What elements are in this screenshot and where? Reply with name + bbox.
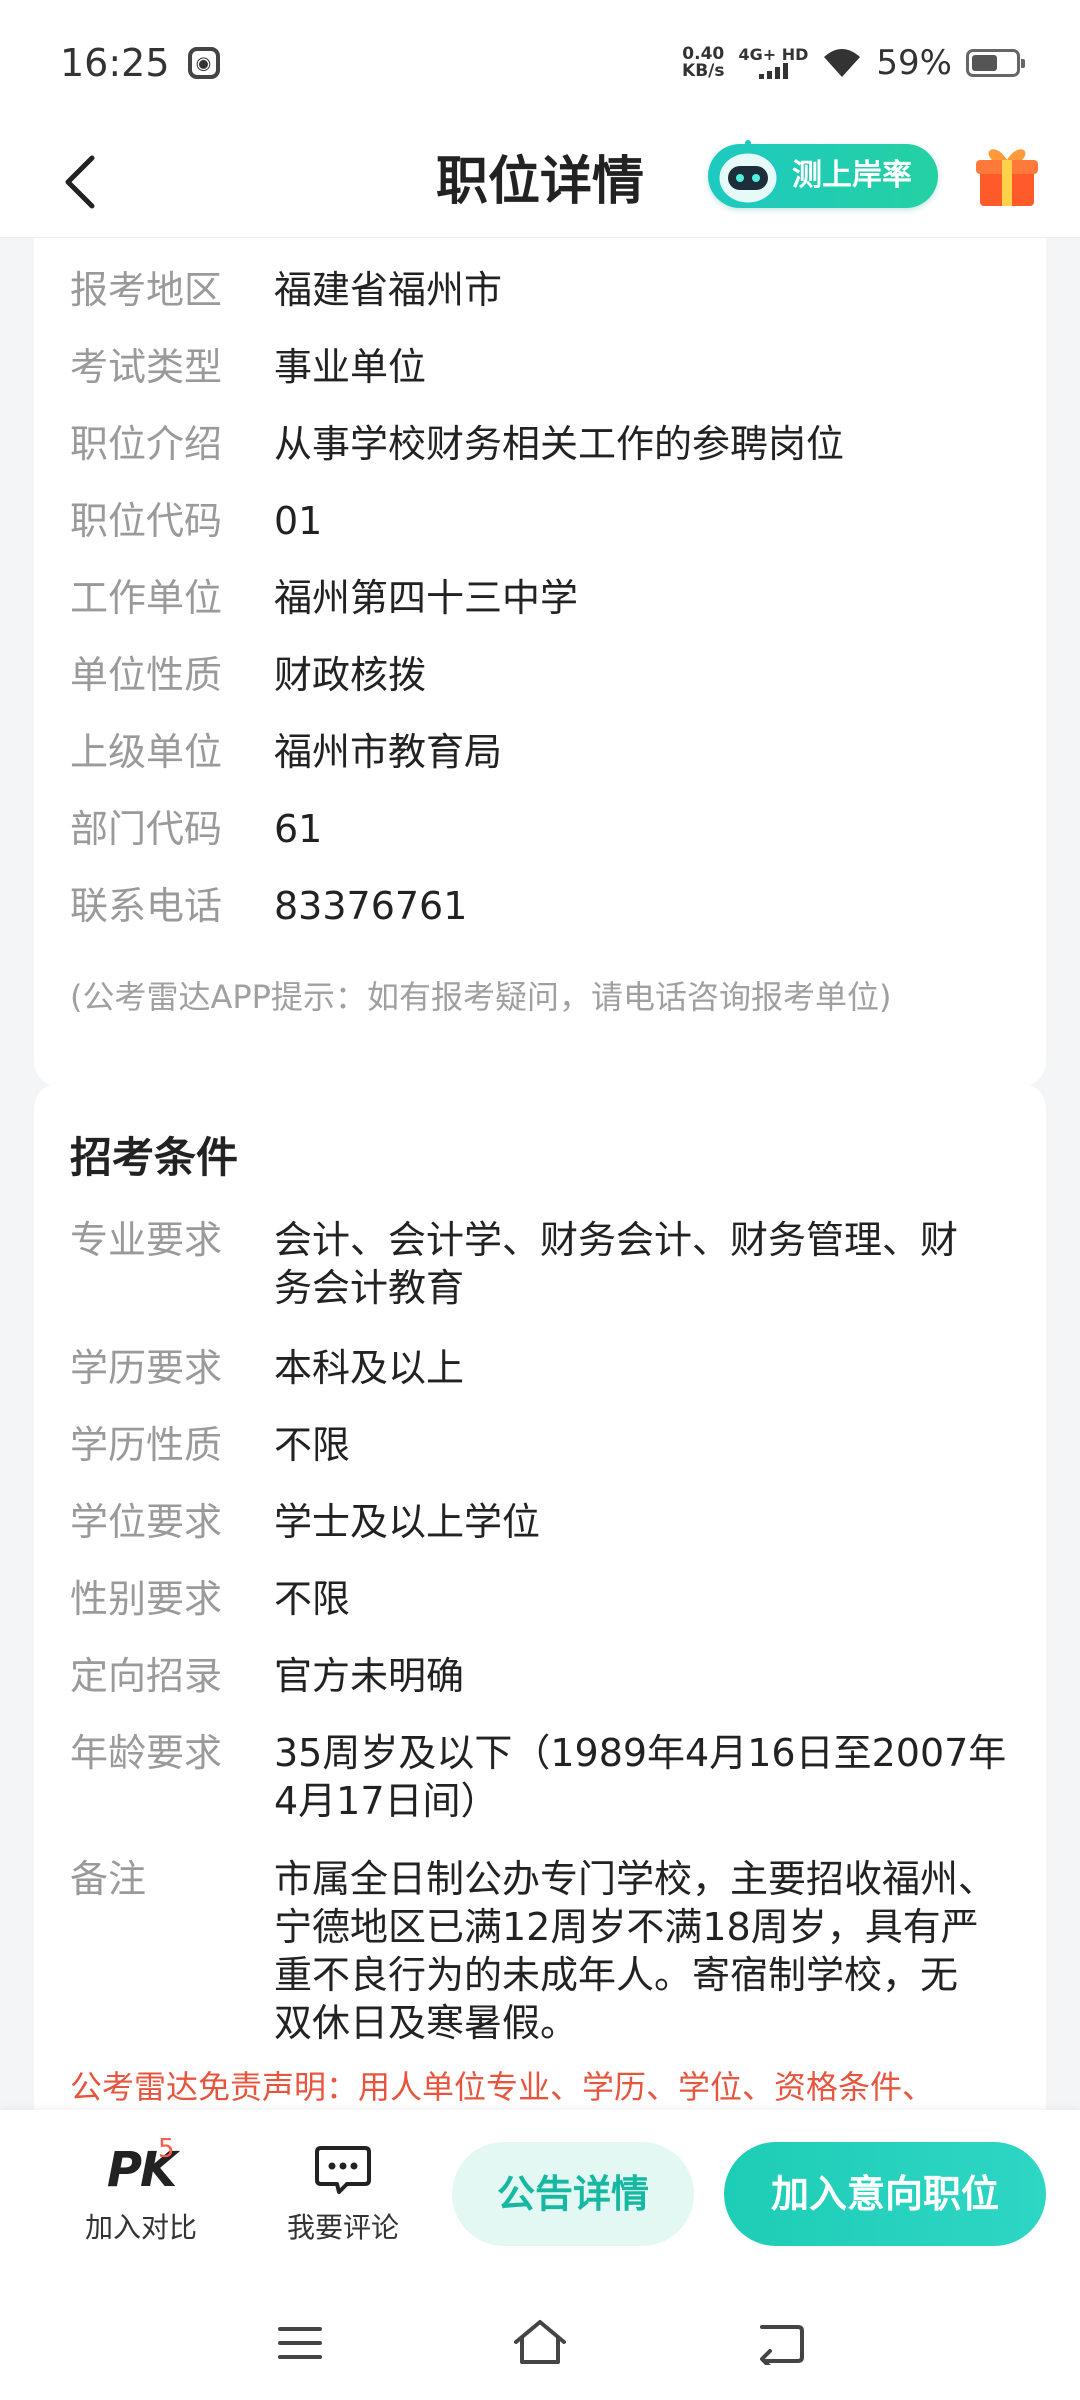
condition-value: 学士及以上学位 <box>274 1500 541 1544</box>
info-label: 单位性质 <box>70 653 223 697</box>
info-value: 01 <box>274 499 323 543</box>
compare-label: 加入对比 <box>84 2211 197 2244</box>
condition-label: 备注 <box>70 1857 147 1901</box>
condition-value: 市属全日制公办专门学校，主要招收福州、 宁德地区已满12周岁不满18周岁，具有严… <box>274 1857 997 2045</box>
menu-button[interactable] <box>260 2308 340 2378</box>
network-type: 4G+ HD <box>738 45 809 64</box>
condition-label: 学位要求 <box>70 1500 223 1544</box>
condition-value: 官方未明确 <box>274 1654 465 1698</box>
network-speed: 0.40 KB/s <box>682 46 724 80</box>
notification-icon: ◉ <box>187 47 220 79</box>
condition-row-education: 学历要求 本科及以上 <box>70 1344 1010 1392</box>
info-value: 福州市教育局 <box>274 730 503 774</box>
condition-row-targeted: 定向招录 官方未明确 <box>70 1652 1010 1700</box>
pk-icon: PK <box>106 2142 177 2198</box>
cellular-signal-icon: 4G+ HD <box>738 45 809 79</box>
info-row-phone: 联系电话 83376761 <box>70 882 1010 930</box>
condition-value: 不限 <box>274 1577 351 1621</box>
content-area[interactable]: 报考地区 福建省福州市 考试类型 事业单位 职位介绍 从事学校财务相关工作的参聘… <box>0 238 1080 2110</box>
rate-test-button[interactable]: 测上岸率 <box>708 140 938 208</box>
home-icon <box>514 2320 566 2364</box>
wifi-icon <box>822 47 862 79</box>
info-row-region: 报考地区 福建省福州市 <box>70 266 1010 314</box>
compare-button[interactable]: PK 5 加入对比 <box>66 2134 216 2246</box>
condition-label: 年龄要求 <box>70 1731 223 1775</box>
info-label: 联系电话 <box>70 884 223 928</box>
back-nav-button[interactable] <box>740 2308 820 2378</box>
condition-label: 性别要求 <box>70 1577 223 1621</box>
condition-label: 学历要求 <box>70 1346 223 1390</box>
home-button[interactable] <box>500 2308 580 2378</box>
condition-label: 学历性质 <box>70 1423 223 1467</box>
condition-row-education-type: 学历性质 不限 <box>70 1421 1010 1469</box>
back-button[interactable] <box>48 150 112 214</box>
status-indicators: 0.40 KB/s 4G+ HD 59% <box>682 43 1025 83</box>
bottom-action-bar: PK 5 加入对比 我要评论 公告详情 加入意向职位 <box>0 2110 1080 2286</box>
info-value: 福州第四十三中学 <box>274 576 579 620</box>
battery-icon <box>966 49 1025 77</box>
menu-icon <box>278 2327 322 2359</box>
condition-row-degree: 学位要求 学士及以上学位 <box>70 1498 1010 1546</box>
rate-test-label: 测上岸率 <box>792 158 912 193</box>
add-to-intended-button[interactable]: 加入意向职位 <box>724 2142 1046 2246</box>
info-value: 61 <box>274 807 323 851</box>
info-label: 上级单位 <box>70 730 223 774</box>
back-arrow-icon <box>760 2325 804 2365</box>
robot-icon <box>716 140 780 206</box>
info-label: 职位代码 <box>70 499 223 543</box>
notice-detail-button[interactable]: 公告详情 <box>452 2142 694 2246</box>
info-row-unit-type: 单位性质 财政核拨 <box>70 651 1010 699</box>
info-value: 福建省福州市 <box>274 268 503 312</box>
conditions-card: 招考条件 专业要求 会计、会计学、财务会计、财务管理、财 务会计教育 学历要求 … <box>34 1084 1046 2110</box>
info-row-employer: 工作单位 福州第四十三中学 <box>70 574 1010 622</box>
disclaimer-text: 公考雷达免责声明：用人单位专业、学历、学位、资格条件、 <box>70 2068 935 2106</box>
system-nav-bar <box>0 2286 1080 2400</box>
condition-value: 不限 <box>274 1423 351 1467</box>
chevron-left-icon <box>65 155 95 209</box>
condition-value: 会计、会计学、财务会计、财务管理、财 务会计教育 <box>274 1218 959 1310</box>
gift-icon[interactable] <box>970 138 1044 212</box>
condition-label: 定向招录 <box>70 1654 223 1698</box>
condition-label: 专业要求 <box>70 1218 223 1262</box>
inquiry-hint: (公考雷达APP提示：如有报考疑问，请电话咨询报考单位) <box>70 978 892 1016</box>
condition-row-gender: 性别要求 不限 <box>70 1575 1010 1623</box>
info-row-description: 职位介绍 从事学校财务相关工作的参聘岗位 <box>70 420 1010 468</box>
info-label: 工作单位 <box>70 576 223 620</box>
info-row-parent-unit: 上级单位 福州市教育局 <box>70 728 1010 776</box>
section-title: 招考条件 <box>70 1133 239 1182</box>
info-label: 考试类型 <box>70 345 223 389</box>
info-row-position-code: 职位代码 01 <box>70 497 1010 545</box>
info-value: 从事学校财务相关工作的参聘岗位 <box>274 422 845 466</box>
info-label: 职位介绍 <box>70 422 223 466</box>
comment-label: 我要评论 <box>286 2211 399 2244</box>
info-row-exam-type: 考试类型 事业单位 <box>70 343 1010 391</box>
condition-value: 35周岁及以下（1989年4月16日至2007年 4月17日间） <box>274 1731 1007 1823</box>
comment-button[interactable]: 我要评论 <box>268 2142 418 2246</box>
status-bar: 16:25 ◉ 0.40 KB/s 4G+ HD 59% <box>0 0 1080 126</box>
info-value: 事业单位 <box>274 345 427 389</box>
phone-number[interactable]: 83376761 <box>274 882 1010 930</box>
condition-value: 本科及以上 <box>274 1346 465 1390</box>
status-time: 16:25 <box>60 41 170 85</box>
condition-row-major: 专业要求 会计、会计学、财务会计、财务管理、财 务会计教育 <box>70 1216 1010 1312</box>
nav-bar: 职位详情 测上岸率 <box>0 126 1080 238</box>
info-label: 报考地区 <box>70 268 223 312</box>
network-speed-unit: KB/s <box>682 61 725 81</box>
info-row-dept-code: 部门代码 61 <box>70 805 1010 853</box>
comment-icon <box>268 2142 418 2198</box>
condition-row-remarks: 备注 市属全日制公办专门学校，主要招收福州、 宁德地区已满12周岁不满18周岁，… <box>70 1855 1010 2047</box>
info-label: 部门代码 <box>70 807 223 851</box>
condition-row-age: 年龄要求 35周岁及以下（1989年4月16日至2007年 4月17日间） <box>70 1729 1010 1825</box>
compare-count-badge: 5 <box>158 2134 175 2164</box>
battery-percent: 59% <box>876 43 952 83</box>
position-info-card: 报考地区 福建省福州市 考试类型 事业单位 职位介绍 从事学校财务相关工作的参聘… <box>34 238 1046 1086</box>
info-value: 财政核拨 <box>274 653 427 697</box>
